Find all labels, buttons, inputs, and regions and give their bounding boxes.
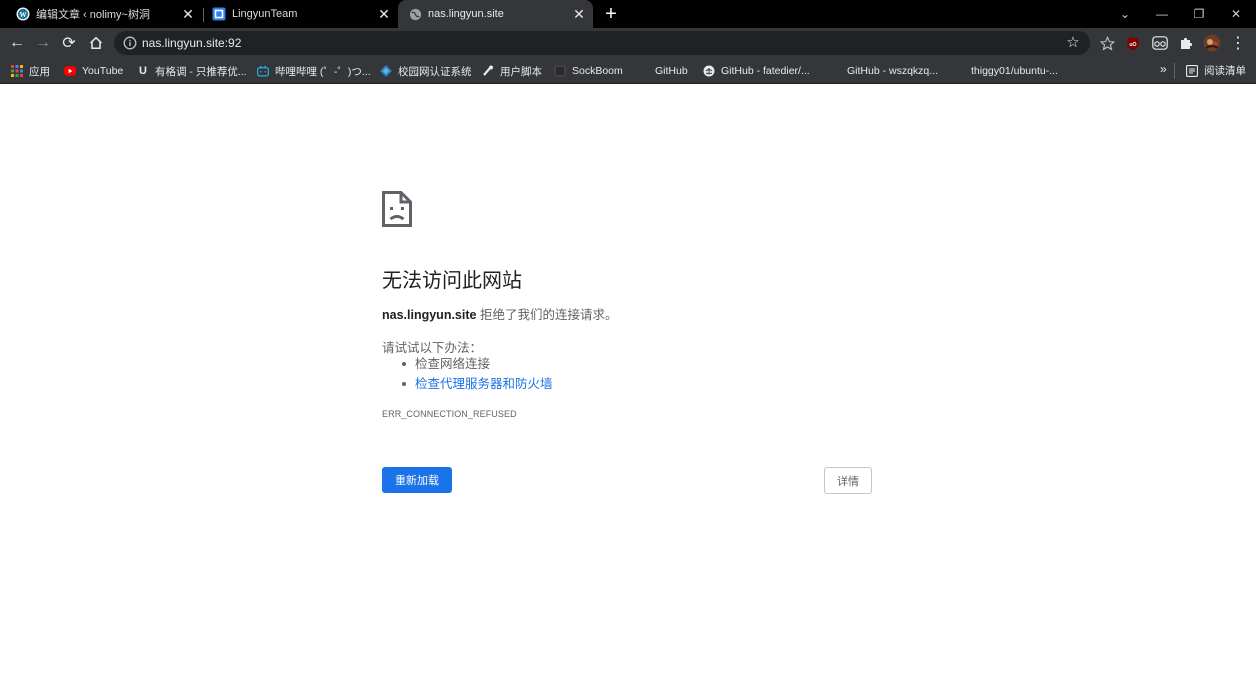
profile-avatar-icon[interactable] [1203,34,1221,52]
home-icon [89,36,103,49]
lingyun-logo-icon [212,7,226,21]
suggestions-list: 检查网络连接 检查代理服务器和防火墙 [382,355,553,395]
back-button[interactable]: ← [6,32,28,54]
bookmark-github-fatedier[interactable]: GitHub - fatedier/... [703,63,810,79]
close-tab-icon[interactable]: ✕ [571,6,587,22]
bookmark-youtube[interactable]: YouTube [64,63,123,79]
tab-lingyunteam[interactable]: LingyunTeam ✕ [196,0,398,28]
separator [1174,63,1175,79]
close-tab-icon[interactable]: ✕ [180,6,196,22]
reload-button[interactable]: ⟳ [58,32,80,54]
browser-toolbar: ← → ⟳ nas.lingyun.site:92 ☆ uO ⋮ [0,28,1256,58]
bookmark-label: thiggy01/ubuntu-... [971,65,1058,77]
reload-page-button[interactable]: 重新加载 [382,467,452,493]
globe-icon [408,7,422,21]
suggestion-check-network: 检查网络连接 [382,355,553,375]
reading-list-button[interactable]: 阅读清单 [1174,63,1246,79]
bookmark-star-button[interactable]: ☆ [1064,34,1082,52]
bookmark-label: 哔哩哔哩 (゜-゜)つ... [275,65,371,78]
wordpress-icon: W [16,7,30,21]
home-button[interactable] [85,32,107,54]
bookmark-star-icon[interactable] [1098,34,1116,52]
bookmark-label: GitHub - fatedier/... [721,65,810,77]
bookmarks-bar: 应用 YouTube U 有格调 - 只推荐优... 哔哩哔哩 (゜-゜)つ..… [0,58,1256,84]
bilibili-icon [257,65,269,77]
error-summary-text: 拒绝了我们的连接请求。 [476,308,618,322]
suggestion-check-proxy-link[interactable]: 检查代理服务器和防火墙 [382,375,553,395]
bookmark-github[interactable]: GitHub [637,63,688,79]
u-logo-icon: U [139,65,147,77]
bookmark-bilibili[interactable]: 哔哩哔哩 (゜-゜)つ... [257,63,371,79]
ublock-icon[interactable]: uO [1124,34,1142,52]
new-tab-button[interactable]: + [600,4,622,24]
reading-list-label: 阅读清单 [1204,65,1246,77]
tab-strip: W 编辑文章 ‹ nolimy~树洞 ✕ LingyunTeam ✕ nas.l… [0,0,1256,28]
suggestions-heading: 请试试以下办法： [382,341,483,355]
github-icon [953,65,965,77]
github-icon [829,65,841,77]
svg-text:uO: uO [1129,41,1136,47]
details-button[interactable]: 详情 [824,467,872,494]
bookmark-github-wszqkzq[interactable]: GitHub - wszqkzq... [829,63,938,79]
bookmark-label: 校园网认证系统 [398,65,472,78]
forward-button[interactable]: → [32,32,54,54]
puzzle-icon[interactable] [1177,34,1195,52]
close-tab-icon[interactable]: ✕ [376,6,392,22]
bookmark-label: GitHub [655,65,688,77]
reader-glasses-icon[interactable] [1151,34,1169,52]
bookmarks-overflow-button[interactable]: » [1160,62,1167,76]
svg-text:W: W [20,11,27,19]
error-code: ERR_CONNECTION_REFUSED [382,409,517,419]
tab-search-dropdown-icon[interactable]: ⌄ [1107,0,1143,28]
bookmark-sockboom[interactable]: SockBoom [554,63,623,79]
bookmark-youge[interactable]: U 有格调 - 只推荐优... [137,63,247,79]
script-icon [482,65,494,77]
error-title: 无法访问此网站 [382,270,522,292]
tab-title: LingyunTeam [232,8,298,20]
url-text[interactable]: nas.lingyun.site:92 [142,36,241,50]
tab-title: nas.lingyun.site [428,8,504,20]
minimize-button[interactable]: — [1144,0,1180,28]
bookmark-label: 有格调 - 只推荐优... [155,65,247,78]
tab-nas-lingyun[interactable]: nas.lingyun.site ✕ [398,0,593,28]
youtube-icon [64,65,76,77]
error-host: nas.lingyun.site [382,308,477,322]
bookmark-label: YouTube [82,65,124,77]
info-icon[interactable] [123,36,137,50]
bookmark-userscripts[interactable]: 用户脚本 [482,63,542,79]
sockboom-icon [554,65,566,77]
bookmark-label: 应用 [29,65,50,78]
bookmark-label: GitHub - wszqkzq... [847,65,939,77]
diamond-icon [380,65,392,77]
apps-grid-icon [11,65,23,77]
reading-list-icon [1186,64,1198,77]
browser-menu-button[interactable]: ⋮ [1229,34,1247,52]
bookmark-campus-auth[interactable]: 校园网认证系统 [380,63,472,79]
address-bar[interactable]: nas.lingyun.site:92 ☆ [114,31,1090,55]
bookmark-label: SockBoom [572,65,623,77]
tab-wordpress-edit[interactable]: W 编辑文章 ‹ nolimy~树洞 ✕ [0,0,202,28]
error-summary: nas.lingyun.site 拒绝了我们的连接请求。 [382,304,617,323]
bookmark-apps[interactable]: 应用 [11,63,50,79]
sad-page-icon [382,191,412,227]
github-icon [703,65,715,77]
tab-title: 编辑文章 ‹ nolimy~树洞 [36,9,150,21]
restore-button[interactable]: ❐ [1181,0,1217,28]
bookmark-label: 用户脚本 [500,65,542,78]
github-icon [637,65,649,77]
close-window-button[interactable]: ✕ [1218,0,1254,28]
bookmark-thiggy01[interactable]: thiggy01/ubuntu-... [953,63,1058,79]
